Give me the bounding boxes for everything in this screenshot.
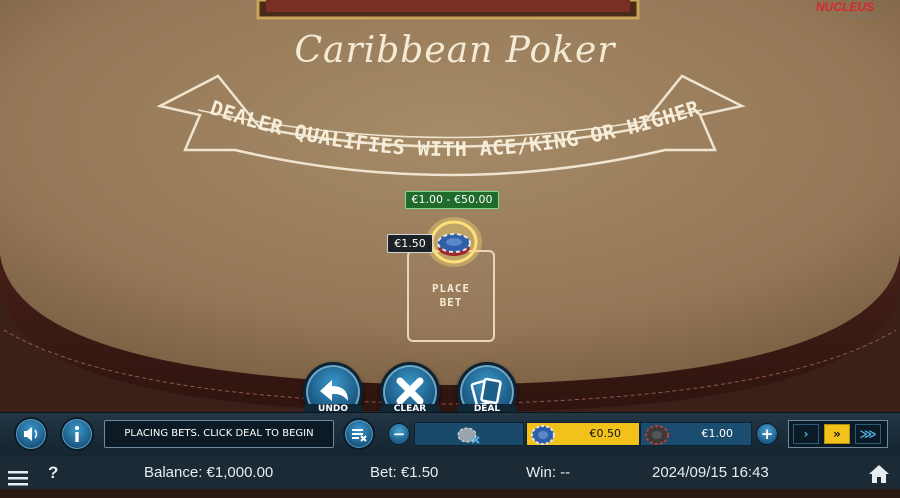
home-icon <box>869 465 889 483</box>
stake-badge: €1.50 <box>387 234 433 253</box>
speed-fastest-button[interactable]: ⋙ <box>855 424 881 444</box>
status-bar: ? Balance: €1,000.00 Bet: €1.50 Win: -- … <box>0 456 900 489</box>
bet-display: Bet: €1.50 <box>370 464 439 481</box>
chip-prev-button[interactable]: − <box>388 423 410 445</box>
logo-text: NUCLEUS <box>816 0 875 14</box>
speed-normal-button[interactable]: › <box>793 424 819 444</box>
info-button[interactable] <box>60 417 94 451</box>
help-button[interactable]: ? <box>48 456 58 489</box>
place-bet-line1: PLACE <box>431 282 471 295</box>
clear-bets-button[interactable] <box>343 418 375 450</box>
sound-icon <box>24 427 38 441</box>
chip-next-button[interactable]: + <box>756 423 778 445</box>
svg-text:DEALER QUALIFIES WITH ACE/KING: DEALER QUALIFIES WITH ACE/KING OR HIGHER <box>207 95 703 161</box>
speed-fast-icon: » <box>833 427 841 441</box>
balance-display: Balance: €1,000.00 <box>144 464 274 481</box>
place-bet-line2: BET <box>439 296 463 309</box>
help-icon: ? <box>48 463 59 482</box>
datetime-display: 2024/09/15 16:43 <box>652 464 769 481</box>
menu-button[interactable] <box>8 465 28 486</box>
plus-icon: + <box>760 425 774 443</box>
minus-icon: − <box>392 425 406 443</box>
deal-label: DEAL <box>457 404 517 412</box>
game-message: PLACING BETS. CLICK DEAL TO BEGIN <box>104 420 334 448</box>
home-button[interactable] <box>868 463 890 483</box>
chip-dark-icon <box>645 425 669 445</box>
speed-fast-button[interactable]: » <box>824 424 850 444</box>
provider-logo: NUCLEUS GAMING <box>802 0 894 22</box>
banner-label: DEALER QUALIFIES WITH ACE/KING OR HIGHER <box>207 95 702 161</box>
clear-label: CLEAR <box>380 404 440 412</box>
poker-table: Caribbean Poker DEALER QUALIFIES WITH AC… <box>0 0 900 412</box>
menu-icon <box>8 471 28 486</box>
speed-control: › » ⋙ <box>788 420 888 448</box>
speed-fastest-icon: ⋙ <box>859 427 877 441</box>
sound-button[interactable] <box>14 417 48 451</box>
place-bet-label: PLACE BET <box>407 282 495 310</box>
chip-100[interactable]: €1.00 <box>640 422 752 446</box>
undo-label: UNDO <box>303 404 363 412</box>
logo-sub: GAMING <box>848 14 875 20</box>
info-icon <box>75 426 79 442</box>
clear-bets-icon <box>352 429 367 442</box>
chip-tray <box>414 422 524 446</box>
chip-050[interactable]: €0.50 <box>526 422 640 446</box>
chip-blue-icon <box>531 425 555 445</box>
win-display: Win: -- <box>526 464 571 481</box>
speed-normal-icon: › <box>803 427 809 441</box>
bet-limit-badge: €1.00 - €50.00 <box>405 191 499 209</box>
chip-stack-icon <box>457 427 480 444</box>
